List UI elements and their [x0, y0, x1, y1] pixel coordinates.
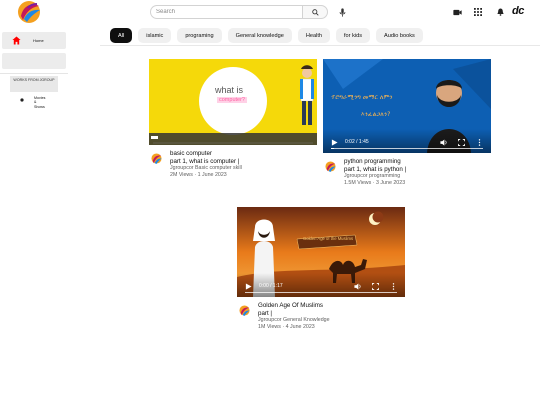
- grid-icon: [474, 8, 482, 16]
- fullscreen-icon[interactable]: [458, 138, 465, 146]
- thumbnail-title: Golden Age of the Muslims: [303, 236, 354, 241]
- search-bar: [150, 5, 349, 19]
- video-thumbnail[interactable]: Golden Age of the Muslims 0:00 / 1:17: [237, 207, 405, 297]
- search-button[interactable]: [302, 5, 328, 19]
- channel-name[interactable]: Jgroupcor programming: [344, 173, 406, 179]
- movies-icon: [20, 98, 24, 102]
- sidebar-item-movies[interactable]: Movies & Shows: [20, 96, 48, 109]
- create-button[interactable]: [450, 5, 464, 19]
- sidebar-works-banner[interactable]: WORKS FROM JGROUP: [10, 76, 58, 92]
- sidebar-divider: [0, 73, 68, 74]
- thumbnail-title: what is: [215, 85, 244, 95]
- volume-icon[interactable]: [440, 138, 447, 146]
- video-title[interactable]: python programming: [344, 158, 406, 166]
- video-thumbnail[interactable]: ፕሮግራሚንግ መማር ለምን እንፈልጋለን? 0:02 / 1:45: [323, 59, 491, 153]
- player-progress[interactable]: [331, 148, 483, 149]
- video-stats: 2M Views · 1 June 2023: [170, 171, 227, 178]
- channel-avatar[interactable]: [239, 305, 250, 316]
- channel-name[interactable]: Jgroupcor General Knowledge: [258, 317, 330, 323]
- channel-name[interactable]: Jgroupcor Basic computer skill: [170, 165, 242, 171]
- chips-divider: [100, 45, 540, 46]
- video-thumbnail[interactable]: what is computer?: [149, 59, 317, 145]
- notifications-button[interactable]: [493, 5, 507, 19]
- chip-for-kids[interactable]: for kids: [335, 28, 371, 43]
- player-progress-fill: [331, 148, 335, 149]
- voice-search-button[interactable]: [335, 5, 349, 19]
- chip-general-knowledge[interactable]: General knowledge: [227, 28, 292, 43]
- sidebar-item-home[interactable]: Home: [2, 32, 66, 49]
- video-title[interactable]: Golden Age Of Muslims: [258, 302, 330, 310]
- video-camera-icon: [452, 9, 462, 15]
- play-icon[interactable]: [331, 138, 338, 146]
- mic-icon: [339, 7, 345, 17]
- video-title-line2[interactable]: part 1, what is computer |: [170, 158, 242, 166]
- chip-health[interactable]: Health: [297, 28, 330, 43]
- search-input[interactable]: [150, 5, 302, 19]
- account-avatar[interactable]: dc: [512, 5, 524, 17]
- fullscreen-icon[interactable]: [372, 282, 379, 290]
- chip-all[interactable]: All: [110, 28, 133, 43]
- more-options-icon[interactable]: [476, 138, 483, 146]
- sidebar-item-label: Movies & Shows: [34, 96, 46, 109]
- video-stats: 1M Views · 4 June 2023: [258, 323, 315, 330]
- more-options-icon[interactable]: [390, 282, 397, 290]
- sidebar-item-blank[interactable]: [2, 53, 66, 69]
- video-title-line2[interactable]: part |: [258, 310, 330, 318]
- chip-islamic[interactable]: islamic: [138, 28, 172, 43]
- video-title[interactable]: basic computer: [170, 150, 242, 158]
- player-controls: 0:02 / 1:45: [323, 129, 491, 153]
- apps-button[interactable]: [471, 5, 485, 19]
- video-meta: basic computer part 1, what is computer …: [151, 150, 242, 178]
- video-meta: python programming part 1, what is pytho…: [325, 158, 406, 186]
- search-icon: [311, 8, 319, 16]
- home-icon: [12, 36, 21, 45]
- chip-programing[interactable]: programing: [177, 28, 222, 43]
- channel-avatar[interactable]: [325, 161, 336, 172]
- sidebar-item-label: Home: [33, 38, 44, 43]
- filter-chips: All islamic programing General knowledge…: [110, 28, 423, 43]
- channel-avatar[interactable]: [151, 153, 162, 164]
- thumbnail-title: ፕሮግራሚንግ መማር ለምን: [331, 94, 393, 101]
- thumbnail-subtitle: እንፈልጋለን?: [361, 111, 391, 118]
- presenter-figure: [300, 65, 314, 125]
- player-time: 0:00 / 1:17: [259, 283, 283, 289]
- player-progress[interactable]: [245, 292, 397, 293]
- video-stats: 1.5M Views · 3 June 2023: [344, 179, 406, 186]
- player-time: 0:02 / 1:45: [345, 139, 369, 145]
- bell-icon: [496, 8, 504, 16]
- chip-audio-books[interactable]: Audio books: [376, 28, 423, 43]
- video-meta: Golden Age Of Muslims part | Jgroupcor G…: [239, 302, 330, 330]
- thumbnail-subtitle: computer?: [217, 97, 247, 103]
- play-icon[interactable]: [245, 282, 252, 290]
- video-title-line2[interactable]: part 1, what is python |: [344, 166, 406, 174]
- player-controls: 0:00 / 1:17: [237, 273, 405, 297]
- channel-logo[interactable]: [15, 0, 43, 24]
- volume-icon[interactable]: [354, 282, 361, 290]
